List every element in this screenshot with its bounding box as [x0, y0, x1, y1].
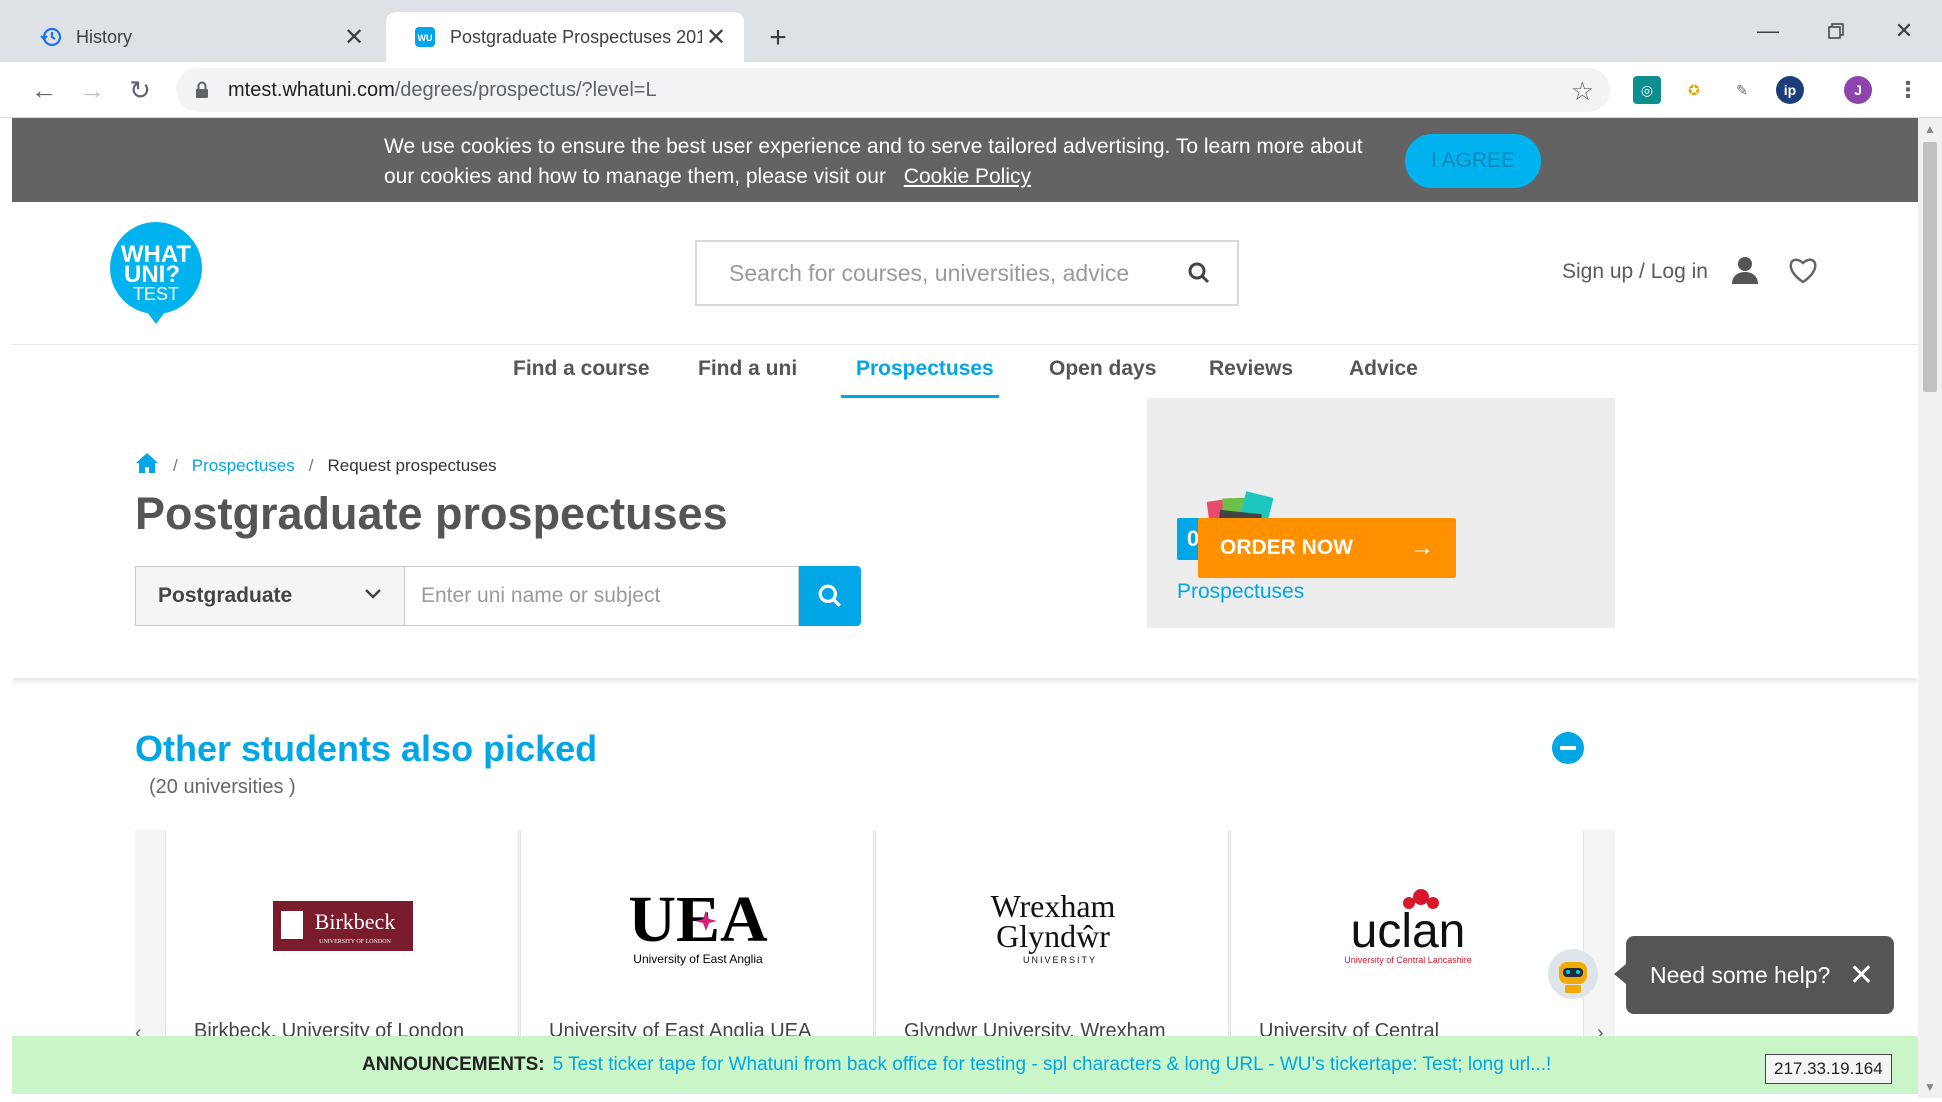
- svg-text:WU: WU: [418, 33, 433, 43]
- new-tab-button[interactable]: +: [758, 18, 798, 58]
- ticker-message[interactable]: 5 Test ticker tape for Whatuni from back…: [553, 1054, 1552, 1076]
- tab-title: Postgraduate Prospectuses 2015: [450, 26, 702, 47]
- birkbeck-logo: Birkbeck UNIVERSITY OF LONDON: [166, 876, 520, 976]
- close-icon[interactable]: ✕: [340, 23, 368, 51]
- site-header: WHAT UNI? TEST Search for courses, unive…: [12, 202, 1918, 344]
- extension-icon[interactable]: ✎: [1728, 76, 1756, 104]
- glyndwr-logo: Wrexham Glyndŵr UNIVERSITY: [876, 876, 1230, 976]
- chevron-down-icon: [364, 587, 382, 605]
- browser-tab-strip: History ✕ WU Postgraduate Prospectuses 2…: [0, 0, 1942, 62]
- uclan-logo: uclan University of Central Lancashire: [1231, 876, 1585, 976]
- uni-card[interactable]: Birkbeck UNIVERSITY OF LONDON Birkbeck, …: [165, 830, 520, 1042]
- restore-icon[interactable]: [1812, 14, 1860, 48]
- page-title: Postgraduate prospectuses: [135, 488, 728, 539]
- uni-card[interactable]: UEA University of East Anglia University…: [520, 830, 875, 1042]
- prospectus-basket: 0 Prospectuses: [1147, 398, 1615, 628]
- reload-icon[interactable]: ↻: [120, 70, 160, 110]
- minimize-icon[interactable]: —: [1744, 14, 1792, 48]
- user-icon[interactable]: [1732, 256, 1758, 289]
- scrollbar-thumb[interactable]: [1923, 142, 1937, 392]
- nav-find-a-uni[interactable]: Find a uni: [698, 357, 797, 381]
- menu-kebab-icon[interactable]: ⋮: [1894, 76, 1922, 104]
- svg-text:Glyndŵr: Glyndŵr: [996, 918, 1110, 954]
- svg-text:uclan: uclan: [1351, 905, 1466, 958]
- tab-prospectuses[interactable]: WU Postgraduate Prospectuses 2015 ✕: [386, 12, 744, 62]
- basket-label[interactable]: Prospectuses: [1177, 580, 1304, 604]
- address-bar-row: ← → ↻ mtest.whatuni.com/degrees/prospect…: [0, 62, 1942, 118]
- order-now-button[interactable]: ORDER NOW →: [1198, 518, 1456, 578]
- uni-card[interactable]: Wrexham Glyndŵr UNIVERSITY Glyndwr Unive…: [875, 830, 1230, 1042]
- uni-subject-placeholder: Enter uni name or subject: [421, 584, 661, 607]
- whatuni-favicon-icon: WU: [414, 26, 436, 48]
- bookmark-star-icon[interactable]: ☆: [1571, 76, 1594, 107]
- search-icon[interactable]: [1179, 261, 1219, 285]
- logo-line: TEST: [133, 284, 179, 304]
- whatuni-logo[interactable]: WHAT UNI? TEST: [108, 220, 204, 326]
- tab-title: History: [76, 26, 133, 47]
- chatbot-robot-icon[interactable]: [1547, 948, 1599, 1005]
- arrow-right-icon: →: [1410, 534, 1434, 561]
- forward-arrow-icon[interactable]: →: [72, 70, 112, 110]
- uni-card[interactable]: uclan University of Central Lancashire U…: [1230, 830, 1585, 1042]
- svg-text:Birkbeck: Birkbeck: [315, 909, 396, 934]
- order-now-label: ORDER NOW: [1220, 536, 1353, 559]
- search-icon: [818, 584, 841, 607]
- uea-logo: UEA University of East Anglia: [521, 876, 875, 976]
- breadcrumb-prospectuses-link[interactable]: Prospectuses: [192, 456, 295, 476]
- collapse-minus-icon[interactable]: [1552, 732, 1584, 764]
- close-icon[interactable]: ✕: [1849, 958, 1874, 993]
- uni-carousel: ‹ Birkbeck UNIVERSITY OF LONDON Birkbeck…: [135, 830, 1615, 1044]
- svg-text:University of Central Lancashi: University of Central Lancashire: [1344, 955, 1472, 965]
- nav-advice[interactable]: Advice: [1349, 357, 1418, 381]
- close-icon[interactable]: ✕: [702, 23, 730, 51]
- extension-icon[interactable]: ◎: [1633, 76, 1661, 104]
- cookie-banner: We use cookies to ensure the best user e…: [12, 118, 1918, 202]
- svg-text:UEA: UEA: [628, 883, 768, 956]
- nav-prospectuses[interactable]: Prospectuses: [856, 357, 994, 381]
- search-placeholder: Search for courses, universities, advice: [729, 259, 1130, 286]
- scroll-down-icon[interactable]: ▼: [1924, 1080, 1936, 1094]
- heart-icon[interactable]: [1788, 256, 1818, 289]
- tab-history[interactable]: History ✕: [12, 12, 382, 62]
- window-close-icon[interactable]: ✕: [1880, 14, 1928, 48]
- cookie-policy-link[interactable]: Cookie Policy: [904, 165, 1031, 188]
- uni-subject-input[interactable]: Enter uni name or subject: [405, 566, 799, 626]
- site-search-input[interactable]: Search for courses, universities, advice: [695, 240, 1239, 306]
- nav-find-a-course[interactable]: Find a course: [513, 357, 650, 381]
- ticker-label: ANNOUNCEMENTS:: [362, 1054, 545, 1075]
- nav-open-days[interactable]: Open days: [1049, 357, 1156, 381]
- profile-avatar[interactable]: J: [1844, 76, 1872, 104]
- scroll-up-icon[interactable]: ▲: [1924, 122, 1936, 136]
- help-widget[interactable]: Need some help? ✕: [1614, 936, 1894, 1014]
- url-text: mtest.whatuni.com/degrees/prospectus/?le…: [228, 78, 657, 101]
- breadcrumb-current: Request prospectuses: [327, 455, 497, 475]
- study-level-select[interactable]: Postgraduate: [135, 566, 405, 626]
- ip-address-box: 217.33.19.164: [1765, 1054, 1892, 1084]
- breadcrumb: / Prospectuses / Request prospectuses: [135, 452, 497, 479]
- main-nav: Find a course Find a uni Prospectuses Op…: [12, 344, 1918, 398]
- study-level-value: Postgraduate: [158, 584, 293, 607]
- help-label: Need some help?: [1650, 961, 1831, 988]
- url-field[interactable]: mtest.whatuni.com/degrees/prospectus/?le…: [176, 68, 1610, 112]
- uni-search-button[interactable]: [799, 566, 861, 626]
- signup-login-link[interactable]: Sign up / Log in: [1562, 260, 1708, 284]
- nav-reviews[interactable]: Reviews: [1209, 357, 1293, 381]
- extension-icon[interactable]: ip: [1776, 76, 1804, 104]
- lock-icon: [196, 81, 208, 98]
- announcement-ticker: ANNOUNCEMENTS: 5 Test ticker tape for Wh…: [12, 1036, 1918, 1094]
- back-arrow-icon[interactable]: ←: [24, 70, 64, 110]
- also-picked-count: (20 universities ): [149, 776, 296, 798]
- page-scrollbar[interactable]: ▲ ▼: [1918, 118, 1942, 1098]
- page-viewport: We use cookies to ensure the best user e…: [12, 118, 1918, 1098]
- also-picked-title: Other students also picked: [135, 728, 598, 769]
- svg-text:UNIVERSITY OF LONDON: UNIVERSITY OF LONDON: [319, 939, 391, 945]
- home-icon[interactable]: [135, 452, 159, 479]
- history-icon: [40, 26, 62, 48]
- cookie-message: We use cookies to ensure the best user e…: [384, 135, 1363, 188]
- svg-text:UNIVERSITY: UNIVERSITY: [1023, 955, 1097, 965]
- svg-text:University of East Anglia: University of East Anglia: [633, 952, 763, 966]
- extension-icon[interactable]: ✪: [1680, 76, 1708, 104]
- cookie-agree-button[interactable]: I AGREE: [1405, 134, 1541, 188]
- prospectus-hero: / Prospectuses / Request prospectuses Po…: [12, 398, 1918, 678]
